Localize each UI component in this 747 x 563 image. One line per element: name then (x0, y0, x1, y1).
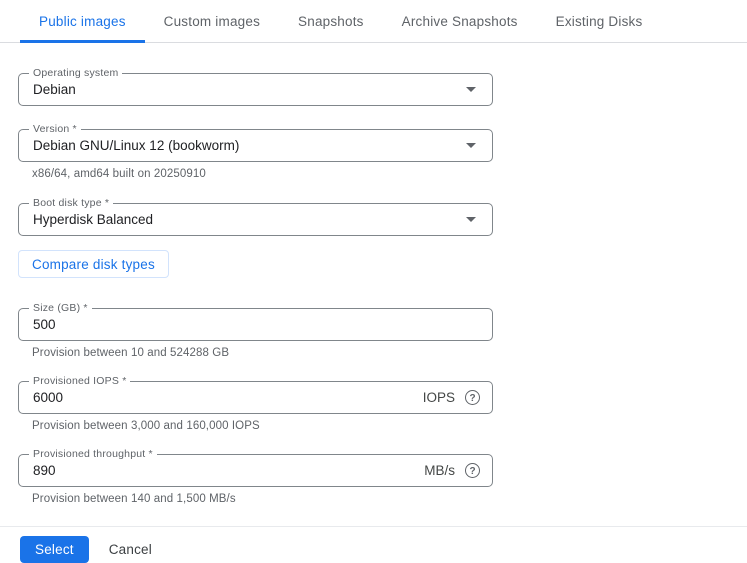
version-label: Version * (29, 123, 81, 136)
arrow-drop-down-icon (466, 143, 476, 148)
operating-system-label: Operating system (29, 67, 122, 80)
tab-archive-snapshots[interactable]: Archive Snapshots (383, 0, 537, 43)
operating-system-select[interactable]: Operating system Debian (18, 73, 493, 106)
cancel-button[interactable]: Cancel (109, 542, 152, 557)
select-button[interactable]: Select (20, 536, 89, 563)
boot-disk-type-select[interactable]: Boot disk type * Hyperdisk Balanced (18, 203, 493, 236)
help-icon[interactable]: ? (465, 390, 480, 405)
tab-existing-disks[interactable]: Existing Disks (537, 0, 662, 43)
tab-public-images[interactable]: Public images (20, 0, 145, 43)
boot-disk-type-value: Hyperdisk Balanced (19, 212, 466, 227)
provisioned-iops-label: Provisioned IOPS * (29, 375, 130, 388)
provisioned-throughput-label: Provisioned throughput * (29, 448, 157, 461)
provisioned-iops-field: Provisioned IOPS * IOPS ? (18, 381, 493, 414)
boot-disk-form: Operating system Debian Version * Debian… (0, 73, 747, 505)
size-field: Size (GB) * (18, 308, 493, 341)
size-label: Size (GB) * (29, 302, 92, 315)
image-source-tab-bar: Public images Custom images Snapshots Ar… (0, 0, 747, 43)
arrow-drop-down-icon (466, 87, 476, 92)
version-select[interactable]: Version * Debian GNU/Linux 12 (bookworm) (18, 129, 493, 162)
boot-disk-type-label: Boot disk type * (29, 197, 113, 210)
tab-snapshots[interactable]: Snapshots (279, 0, 383, 43)
throughput-helper-text: Provision between 140 and 1,500 MB/s (32, 493, 747, 505)
arrow-drop-down-icon (466, 217, 476, 222)
compare-disk-types-button[interactable]: Compare disk types (18, 250, 169, 278)
version-value: Debian GNU/Linux 12 (bookworm) (19, 138, 466, 153)
operating-system-value: Debian (19, 82, 466, 97)
iops-unit-suffix: IOPS (423, 390, 455, 405)
size-helper-text: Provision between 10 and 524288 GB (32, 347, 747, 359)
iops-helper-text: Provision between 3,000 and 160,000 IOPS (32, 420, 747, 432)
boot-disk-panel: Public images Custom images Snapshots Ar… (0, 0, 747, 558)
throughput-unit-suffix: MB/s (424, 463, 455, 478)
tab-custom-images[interactable]: Custom images (145, 0, 279, 43)
version-helper-text: x86/64, amd64 built on 20250910 (32, 168, 747, 180)
help-icon[interactable]: ? (465, 463, 480, 478)
provisioned-throughput-field: Provisioned throughput * MB/s ? (18, 454, 493, 487)
